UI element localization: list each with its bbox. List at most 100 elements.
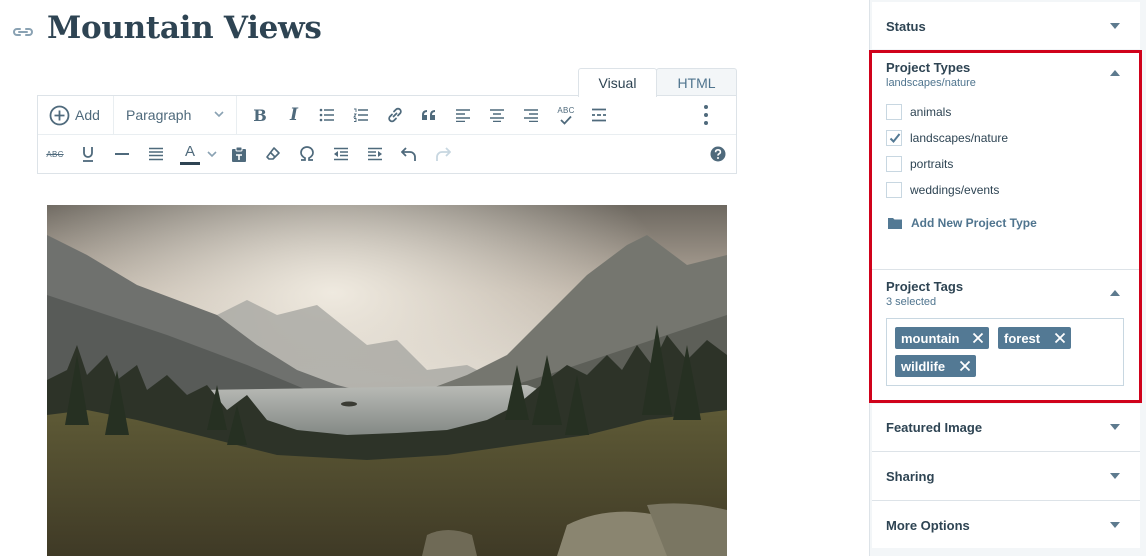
strikethrough-button[interactable]: ABC	[44, 143, 66, 165]
read-more-icon	[592, 108, 606, 122]
redo-icon	[436, 147, 451, 161]
link-icon	[388, 107, 402, 123]
underline-button[interactable]	[77, 143, 99, 165]
checkbox[interactable]	[886, 182, 902, 198]
add-media-button[interactable]: Add	[49, 104, 100, 126]
bold-icon: B	[253, 105, 267, 125]
tag-label: mountain	[901, 330, 960, 346]
help-icon	[710, 146, 726, 162]
outdent-button[interactable]	[330, 143, 352, 165]
project-type-label: weddings/events	[910, 183, 1000, 197]
tab-html[interactable]: HTML	[656, 68, 737, 96]
checkbox-checked[interactable]	[886, 130, 902, 146]
paste-text-button[interactable]	[228, 143, 250, 165]
status-panel[interactable]: Status	[872, 2, 1140, 49]
text-color-button[interactable]: A	[178, 141, 218, 167]
spellcheck-icon-letters: ABC	[557, 105, 575, 115]
sharing-title: Sharing	[886, 469, 935, 484]
bold-button[interactable]: B	[249, 104, 271, 126]
post-title[interactable]: Mountain Views	[47, 10, 322, 46]
align-center-icon	[490, 109, 504, 122]
paragraph-format-select[interactable]: Paragraph	[113, 96, 237, 134]
editor-toolbar: Add Paragraph B I ABC ABC A	[37, 95, 737, 174]
text-color-swatch	[180, 161, 200, 165]
horizontal-rule-icon	[115, 153, 129, 155]
checkmark-icon	[889, 133, 901, 143]
paragraph-format-value: Paragraph	[126, 107, 192, 123]
numbered-list-icon	[353, 108, 368, 122]
spellcheck-button[interactable]: ABC	[553, 102, 579, 128]
italic-button[interactable]: I	[283, 104, 305, 126]
project-type-label: landscapes/nature	[910, 131, 1009, 145]
toolbar-more-button[interactable]	[695, 103, 717, 127]
status-panel-title: Status	[886, 19, 926, 34]
text-color-icon: A	[179, 142, 201, 165]
remove-tag-icon[interactable]	[959, 360, 971, 372]
tag-token: forest	[998, 327, 1071, 349]
remove-tag-icon[interactable]	[1054, 332, 1066, 344]
project-type-option[interactable]: landscapes/nature	[886, 129, 1008, 147]
caret-down-icon	[1110, 522, 1120, 528]
toolbar-row-secondary: ABC A	[38, 135, 736, 173]
clear-formatting-icon	[266, 147, 280, 160]
more-options-title: More Options	[886, 518, 970, 533]
caret-down-icon	[1110, 23, 1120, 29]
sharing-panel[interactable]: Sharing	[872, 452, 1140, 500]
tag-label: forest	[1004, 330, 1041, 346]
caret-up-icon[interactable]	[1110, 290, 1120, 296]
strikethrough-icon: ABC	[46, 149, 64, 159]
underline-icon	[83, 147, 93, 162]
project-type-option[interactable]: portraits	[886, 155, 953, 173]
project-types-summary: landscapes/nature	[886, 77, 976, 89]
special-character-icon	[300, 146, 314, 161]
remove-tag-icon[interactable]	[972, 332, 984, 344]
mountain-landscape-image[interactable]	[47, 205, 727, 556]
tag-label: wildlife	[901, 358, 946, 374]
special-character-button[interactable]	[296, 143, 318, 165]
insert-link-button[interactable]	[384, 104, 406, 126]
more-options-icon	[704, 105, 708, 125]
undo-button[interactable]	[398, 143, 420, 165]
help-button[interactable]	[707, 143, 729, 165]
outdent-icon	[334, 147, 348, 161]
project-tags-title[interactable]: Project Tags	[886, 279, 963, 294]
project-tags-summary: 3 selected	[886, 296, 937, 308]
add-media-icon	[49, 105, 70, 125]
text-color-letter: A	[184, 142, 195, 160]
permalink-icon[interactable]	[11, 22, 35, 42]
redo-button[interactable]	[432, 143, 454, 165]
blockquote-icon	[422, 110, 435, 120]
indent-button[interactable]	[364, 143, 386, 165]
project-type-option[interactable]: animals	[886, 103, 951, 121]
align-right-button[interactable]	[520, 104, 542, 126]
horizontal-rule-button[interactable]	[111, 143, 133, 165]
checkbox[interactable]	[886, 104, 902, 120]
clear-formatting-button[interactable]	[262, 143, 284, 165]
italic-icon: I	[290, 105, 298, 125]
tags-input[interactable]: mountain forest wildlife	[886, 318, 1124, 386]
tag-token: wildlife	[895, 355, 976, 377]
toolbar-row-primary: Add Paragraph B I ABC	[38, 96, 736, 135]
align-right-icon	[524, 109, 538, 122]
project-type-label: portraits	[910, 157, 954, 171]
indent-icon	[368, 147, 382, 161]
checkbox[interactable]	[886, 156, 902, 172]
project-type-option[interactable]: weddings/events	[886, 181, 999, 199]
bulleted-list-button[interactable]	[316, 104, 338, 126]
justify-button[interactable]	[145, 143, 167, 165]
blockquote-button[interactable]	[418, 104, 440, 126]
project-type-label: animals	[910, 105, 952, 119]
tab-visual[interactable]: Visual	[578, 68, 657, 97]
more-options-panel[interactable]: More Options	[872, 501, 1140, 548]
align-center-button[interactable]	[486, 104, 508, 126]
caret-up-icon[interactable]	[1110, 70, 1120, 76]
numbered-list-button[interactable]	[350, 104, 372, 126]
align-left-button[interactable]	[452, 104, 474, 126]
paste-text-icon	[232, 146, 246, 162]
caret-down-icon	[1110, 424, 1120, 430]
read-more-button[interactable]	[588, 104, 610, 126]
featured-image-panel[interactable]: Featured Image	[872, 404, 1140, 451]
featured-image-title: Featured Image	[886, 420, 983, 435]
add-new-project-type-link[interactable]: Add New Project Type	[888, 216, 1037, 230]
project-types-title[interactable]: Project Types	[886, 60, 970, 75]
